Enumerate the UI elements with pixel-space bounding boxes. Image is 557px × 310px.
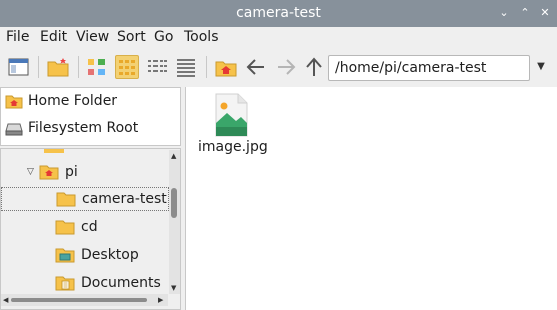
place-label: Home Folder — [28, 93, 118, 109]
scroll-up-icon[interactable]: ▲ — [171, 152, 176, 160]
tree-item-pi[interactable]: ▽ pi — [27, 160, 78, 184]
home-folder-icon — [215, 61, 237, 77]
scroll-left-icon[interactable]: ◀ — [3, 296, 8, 304]
menu-edit[interactable]: Edit — [40, 29, 67, 45]
home-folder-icon — [39, 165, 59, 180]
menu-go[interactable]: Go — [154, 29, 173, 45]
path-input[interactable]: /home/pi/camera-test — [328, 55, 530, 81]
compact-view-button[interactable] — [145, 55, 169, 79]
menu-file[interactable]: File — [6, 29, 29, 45]
desktop-folder-icon — [55, 248, 75, 263]
scroll-down-icon[interactable]: ▼ — [171, 284, 176, 292]
toolbar-separator — [78, 56, 79, 78]
scroll-thumb[interactable] — [11, 298, 147, 302]
documents-folder-icon — [55, 276, 75, 291]
tree-item-documents[interactable]: Documents — [55, 271, 161, 295]
tree-label: pi — [65, 164, 78, 180]
tree-vertical-scrollbar[interactable]: ▲ ▼ — [169, 150, 180, 294]
up-button[interactable] — [302, 55, 326, 79]
new-folder-icon — [47, 58, 69, 77]
new-folder-button[interactable] — [46, 55, 70, 79]
home-button[interactable] — [214, 55, 238, 79]
back-button[interactable] — [244, 55, 268, 79]
toolbar-separator — [38, 56, 39, 78]
tree-label: camera-test — [82, 191, 167, 207]
expander-down-icon[interactable]: ▽ — [27, 167, 39, 177]
menu-bar: File Edit View Sort Go Tools — [0, 27, 557, 49]
image-file-icon — [215, 93, 248, 137]
tree-item-camera-test[interactable]: camera-test — [1, 187, 169, 211]
arrow-right-icon — [278, 59, 296, 75]
compact-view-icon — [148, 60, 167, 72]
directory-tree: ▽ pi camera-test cd Desktop Documents — [0, 148, 181, 310]
icon-view-button[interactable] — [115, 55, 139, 79]
thumbnail-view-icon — [88, 59, 105, 75]
detailed-list-icon — [177, 59, 195, 77]
menu-sort[interactable]: Sort — [117, 29, 146, 45]
scroll-right-icon[interactable]: ▶ — [158, 296, 163, 304]
place-label: Filesystem Root — [28, 120, 139, 136]
arrow-up-icon — [306, 57, 322, 76]
file-view[interactable]: image.jpg — [185, 87, 557, 310]
arrow-left-icon — [246, 59, 264, 75]
place-home-folder[interactable]: Home Folder — [5, 90, 117, 112]
detailed-list-button[interactable] — [174, 55, 198, 79]
scroll-thumb[interactable] — [171, 188, 177, 218]
folder-icon — [44, 149, 64, 153]
tree-item-cd[interactable]: cd — [55, 215, 98, 239]
maximize-button[interactable]: ⌃ — [518, 6, 532, 20]
forward-button[interactable] — [274, 55, 298, 79]
tree-horizontal-scrollbar[interactable]: ◀ ▶ — [1, 294, 168, 306]
icon-view-icon — [119, 60, 135, 75]
new-window-icon — [8, 58, 29, 76]
tree-label: Desktop — [81, 247, 139, 263]
title-bar: camera-test ⌄ ⌃ ✕ — [0, 0, 557, 27]
place-filesystem-root[interactable]: Filesystem Root — [5, 117, 138, 139]
file-name: image.jpg — [198, 139, 268, 155]
file-item[interactable]: image.jpg — [198, 91, 268, 159]
minimize-button[interactable]: ⌄ — [497, 6, 511, 20]
drive-icon — [5, 123, 23, 136]
folder-icon — [56, 192, 76, 207]
places-panel: Home Folder Filesystem Root — [0, 87, 181, 146]
home-folder-icon — [5, 95, 23, 109]
new-window-button[interactable] — [7, 55, 31, 79]
close-button[interactable]: ✕ — [538, 6, 552, 20]
tree-label: Documents — [81, 275, 161, 291]
window-title: camera-test — [236, 5, 321, 21]
tree-item-desktop[interactable]: Desktop — [55, 243, 139, 267]
chevron-down-icon[interactable]: ▼ — [534, 60, 548, 74]
menu-view[interactable]: View — [76, 29, 109, 45]
thumbnail-view-button[interactable] — [85, 55, 109, 79]
tree-label: cd — [81, 219, 98, 235]
folder-icon — [55, 220, 75, 235]
toolbar-separator — [206, 56, 207, 78]
menu-tools[interactable]: Tools — [184, 29, 219, 45]
